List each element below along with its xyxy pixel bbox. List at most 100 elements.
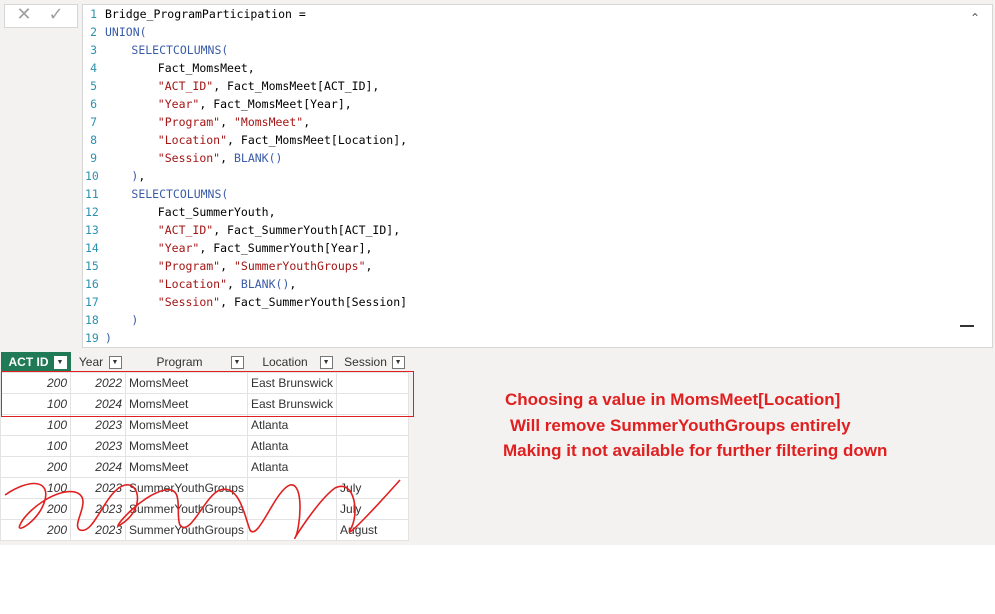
line-number: 7 xyxy=(90,115,97,129)
cancel-icon[interactable]: ✕ xyxy=(7,5,41,27)
cell-location[interactable]: Atlanta xyxy=(246,456,338,478)
cell-act-id[interactable]: 200 xyxy=(0,519,71,541)
cell-location[interactable]: East Brunswick xyxy=(246,393,338,415)
cell-session[interactable]: July xyxy=(336,498,410,520)
code-text: "Location", BLANK(), xyxy=(105,275,297,293)
cell-location[interactable]: Atlanta xyxy=(246,435,338,457)
table-row[interactable]: 100 2024 MomsMeet East Brunswick xyxy=(0,393,410,415)
table-row[interactable]: 100 2023 MomsMeet Atlanta xyxy=(0,414,410,436)
cell-act-id[interactable]: 100 xyxy=(0,414,71,436)
cell-year[interactable]: 2023 xyxy=(70,435,126,457)
code-text: "Program", "SummerYouthGroups", xyxy=(105,257,373,275)
cell-act-id[interactable]: 200 xyxy=(0,456,71,478)
annotation-line-1: Choosing a value in MomsMeet[Location] xyxy=(505,390,841,409)
cell-program[interactable]: SummerYouthGroups xyxy=(125,477,248,499)
code-token: , xyxy=(220,115,234,129)
table-row[interactable]: 200 2022 MomsMeet East Brunswick xyxy=(0,372,410,394)
collapse-editor-icon[interactable] xyxy=(960,325,974,327)
table-row[interactable]: 200 2023 SummerYouthGroups July xyxy=(0,498,410,520)
line-number: 10 xyxy=(85,169,99,183)
cell-location[interactable]: Atlanta xyxy=(246,414,338,436)
code-text: Bridge_ProgramParticipation = xyxy=(105,5,306,23)
cell-year[interactable]: 2022 xyxy=(70,372,126,394)
cell-act-id[interactable]: 100 xyxy=(0,435,71,457)
column-header-location[interactable]: Location ▼ xyxy=(247,352,337,373)
code-text: SELECTCOLUMNS( xyxy=(105,41,228,59)
filter-dropdown-icon[interactable]: ▼ xyxy=(230,356,244,369)
code-text: Fact_MomsMeet, xyxy=(105,59,255,77)
line-number: 12 xyxy=(85,205,99,219)
cell-location[interactable] xyxy=(246,519,338,541)
line-number: 4 xyxy=(90,61,97,75)
cell-location[interactable]: East Brunswick xyxy=(246,372,338,394)
cell-year[interactable]: 2023 xyxy=(70,477,126,499)
cell-year[interactable]: 2024 xyxy=(70,456,126,478)
code-token: , Fact_MomsMeet[Year], xyxy=(199,97,352,111)
cell-session[interactable]: August xyxy=(336,519,410,541)
filter-dropdown-icon[interactable]: ▼ xyxy=(53,356,67,369)
cell-program[interactable]: MomsMeet xyxy=(125,372,248,394)
code-token: , xyxy=(303,115,311,129)
line-number: 2 xyxy=(90,25,97,39)
filter-dropdown-icon[interactable]: ▼ xyxy=(319,356,333,369)
string-token: "Program" xyxy=(157,115,221,129)
code-text: "ACT_ID", Fact_MomsMeet[ACT_ID], xyxy=(105,77,380,95)
table-row[interactable]: 100 2023 MomsMeet Atlanta xyxy=(0,435,410,457)
code-text: "Year", Fact_SummerYouth[Year], xyxy=(105,239,373,257)
commit-icon[interactable]: ✓ xyxy=(39,5,73,27)
code-text: ) xyxy=(105,311,138,329)
cell-session[interactable] xyxy=(336,372,410,394)
cell-year[interactable]: 2023 xyxy=(70,414,126,436)
code-text: "Location", Fact_MomsMeet[Location], xyxy=(105,131,407,149)
string-token: "Location" xyxy=(157,133,228,147)
code-text: "ACT_ID", Fact_SummerYouth[ACT_ID], xyxy=(105,221,400,239)
cell-year[interactable]: 2023 xyxy=(70,498,126,520)
cell-program[interactable]: SummerYouthGroups xyxy=(125,519,248,541)
annotation-line-2: Will remove SummerYouthGroups entirely xyxy=(510,416,851,435)
line-number: 5 xyxy=(90,79,97,93)
cell-year[interactable]: 2024 xyxy=(70,393,126,415)
table-row[interactable]: 100 2023 SummerYouthGroups July xyxy=(0,477,410,499)
cell-location[interactable] xyxy=(246,477,338,499)
cell-act-id[interactable]: 200 xyxy=(0,498,71,520)
cell-session[interactable] xyxy=(336,435,410,457)
chevron-up-icon[interactable]: ⌃ xyxy=(968,11,982,25)
code-text: ), xyxy=(105,167,145,185)
dax-function-token: BLANK() xyxy=(233,151,283,165)
dax-function-token: BLANK() xyxy=(240,277,290,291)
line-number: 19 xyxy=(85,331,99,345)
string-token: "Year" xyxy=(157,97,200,111)
cell-program[interactable]: MomsMeet xyxy=(125,456,248,478)
cell-session[interactable] xyxy=(336,456,410,478)
cell-session[interactable]: July xyxy=(336,477,410,499)
filter-dropdown-icon[interactable]: ▼ xyxy=(108,356,122,369)
string-token: "ACT_ID" xyxy=(157,223,214,237)
dax-function-token: SELECTCOLUMNS( xyxy=(131,43,229,57)
cell-program[interactable]: MomsMeet xyxy=(125,393,248,415)
cell-act-id[interactable]: 200 xyxy=(0,372,71,394)
column-header-year[interactable]: Year ▼ xyxy=(70,352,126,373)
cell-act-id[interactable]: 100 xyxy=(0,477,71,499)
cell-program[interactable]: MomsMeet xyxy=(125,435,248,457)
cell-session[interactable] xyxy=(336,414,410,436)
cell-location[interactable] xyxy=(246,498,338,520)
code-text: SELECTCOLUMNS( xyxy=(105,185,228,203)
table-row[interactable]: 200 2023 SummerYouthGroups August xyxy=(0,519,410,541)
table-row[interactable]: 200 2024 MomsMeet Atlanta xyxy=(0,456,410,478)
cell-year[interactable]: 2023 xyxy=(70,519,126,541)
filter-dropdown-icon[interactable]: ▼ xyxy=(391,356,405,369)
dax-function-token: UNION( xyxy=(105,25,147,39)
cell-session[interactable] xyxy=(336,393,410,415)
line-number: 14 xyxy=(85,241,99,255)
column-header-act-id[interactable]: ACT ID ▼ xyxy=(0,352,71,373)
code-text: "Program", "MomsMeet", xyxy=(105,113,310,131)
cell-program[interactable]: SummerYouthGroups xyxy=(125,498,248,520)
column-header-session[interactable]: Session ▼ xyxy=(336,352,409,373)
column-header-program[interactable]: Program ▼ xyxy=(125,352,248,373)
string-token: "Session" xyxy=(157,295,221,309)
cell-program[interactable]: MomsMeet xyxy=(125,414,248,436)
line-number: 18 xyxy=(85,313,99,327)
cell-act-id[interactable]: 100 xyxy=(0,393,71,415)
dax-formula-editor[interactable]: ⌃ 1 Bridge_ProgramParticipation = 2 UNION(3… xyxy=(82,4,993,348)
line-number: 3 xyxy=(90,43,97,57)
